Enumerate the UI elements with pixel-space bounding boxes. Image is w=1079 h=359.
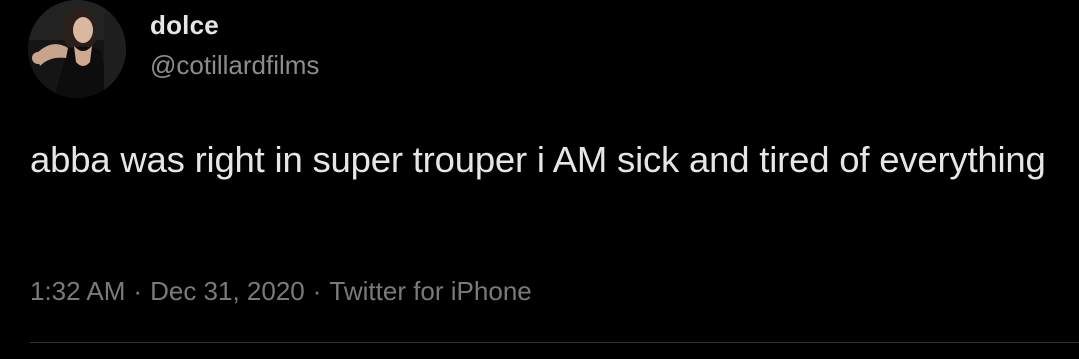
tweet-text: abba was right in super trouper i AM sic… (30, 139, 1046, 180)
tweet-meta: 1:32 AM · Dec 31, 2020 · Twitter for iPhone (30, 276, 532, 307)
user-handle[interactable]: @cotillardfilms (150, 50, 319, 81)
avatar-photo (28, 0, 126, 98)
tweet-date[interactable]: Dec 31, 2020 (150, 276, 305, 306)
meta-separator: · (133, 276, 143, 306)
display-name[interactable]: dolce (150, 10, 219, 41)
tweet-card: dolce @cotillardfilms abba was right in … (0, 0, 1079, 359)
tweet-source[interactable]: Twitter for iPhone (329, 276, 531, 306)
tweet-time[interactable]: 1:32 AM (30, 276, 125, 306)
divider (30, 342, 1079, 343)
avatar[interactable] (28, 0, 126, 98)
meta-separator: · (312, 276, 322, 306)
